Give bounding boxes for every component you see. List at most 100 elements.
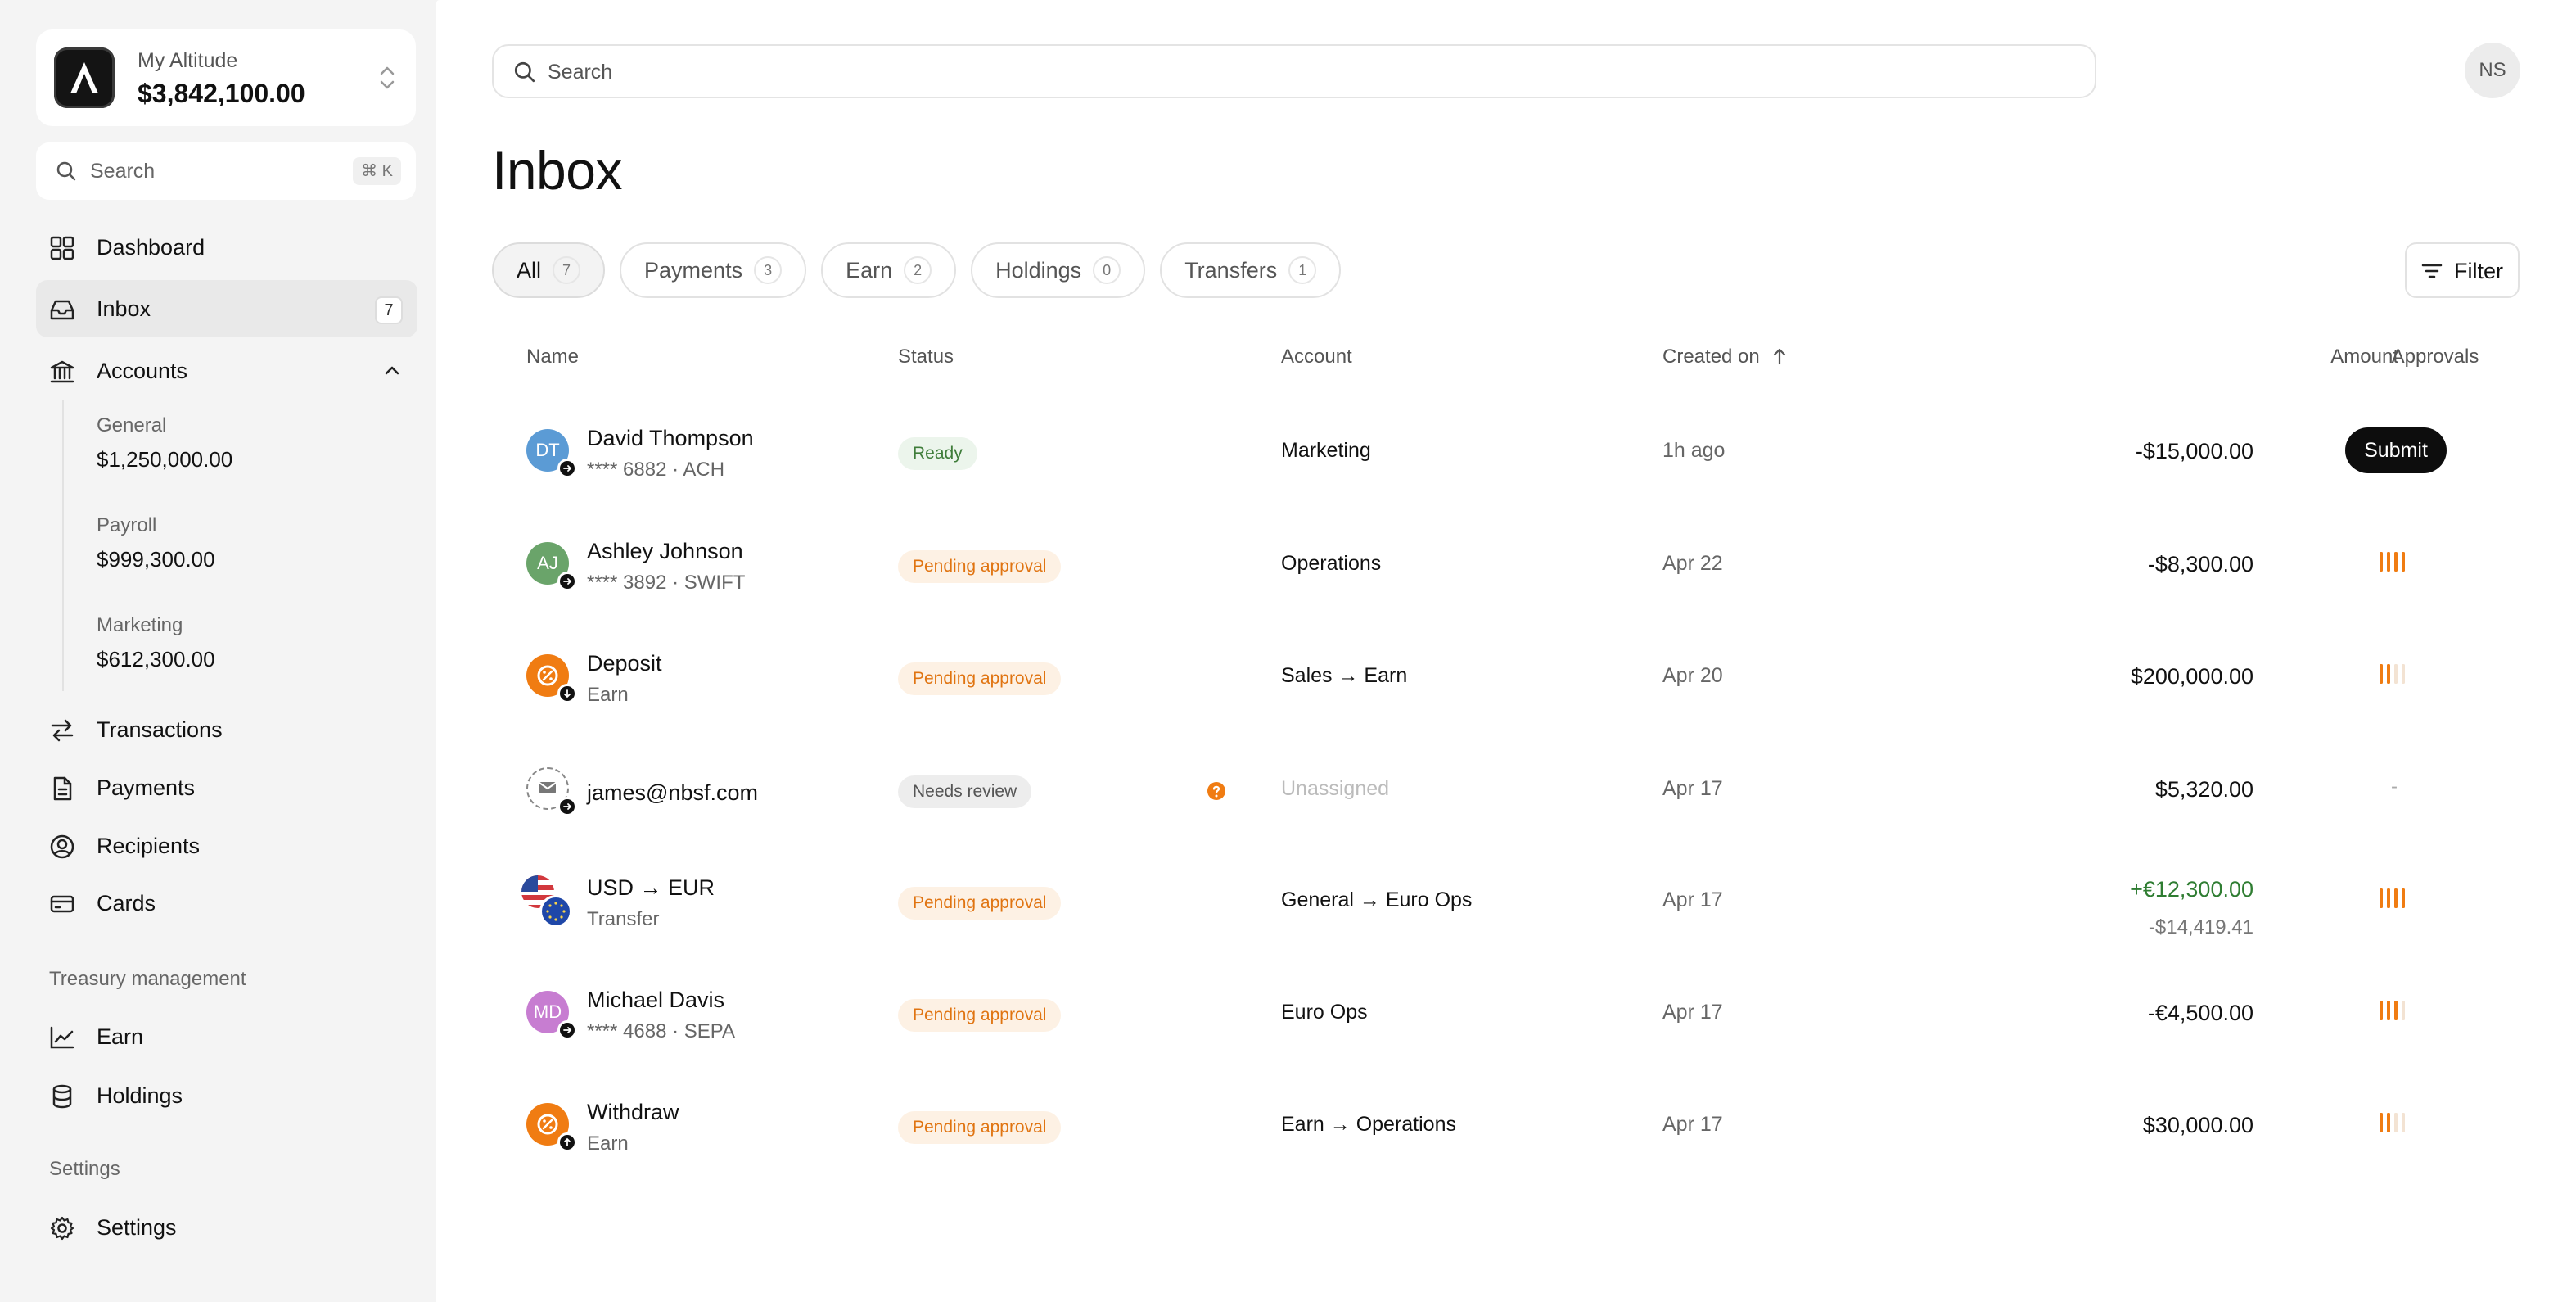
sidebar-item-earn[interactable]: Earn <box>36 1008 417 1065</box>
column-header-created-label: Created on <box>1662 346 1760 368</box>
row-subtitle: Transfer <box>587 908 660 930</box>
sidebar-item-dashboard[interactable]: Dashboard <box>36 219 417 276</box>
row-amount: $30,000.00 <box>2142 1113 2253 1137</box>
tab-label: All <box>517 257 542 283</box>
database-icon <box>49 1083 75 1110</box>
approval-tick-empty <box>2394 664 2398 684</box>
sidebar-item-holdings[interactable]: Holdings <box>36 1067 417 1124</box>
status-badge: Pending approval <box>898 662 1062 695</box>
sub-account-payroll[interactable]: Payroll $999,300.00 <box>97 514 215 572</box>
row-account: Marketing <box>1281 439 1371 462</box>
column-header-created[interactable]: Created on <box>1662 346 1788 372</box>
tab-count: 2 <box>904 256 932 284</box>
help-icon[interactable] <box>1206 780 1227 806</box>
sidebar-item-label: Payments <box>97 775 196 800</box>
row-amount: -$8,300.00 <box>2147 552 2253 576</box>
sidebar-item-recipients[interactable]: Recipients <box>36 817 417 875</box>
tab-payments[interactable]: Payments 3 <box>620 242 807 298</box>
sub-account-general[interactable]: General $1,250,000.00 <box>97 414 232 472</box>
arrow-up-icon <box>557 1132 577 1152</box>
filter-button-label: Filter <box>2454 259 2503 283</box>
sidebar-item-cards[interactable]: Cards <box>36 875 417 932</box>
sidebar-item-label: Holdings <box>97 1083 183 1108</box>
row-account: Euro Ops <box>1281 1001 1368 1024</box>
tab-earn[interactable]: Earn 2 <box>821 242 957 298</box>
sub-account-name: Payroll <box>97 514 157 536</box>
table-row[interactable]: MD Michael Davis **** 4688 · SEPA Pendin… <box>492 966 2522 1071</box>
submit-button[interactable]: Submit <box>2345 427 2447 473</box>
tab-label: Holdings <box>995 257 1082 283</box>
sub-account-name: Marketing <box>97 614 183 636</box>
tab-transfers[interactable]: Transfers 1 <box>1160 242 1342 298</box>
table-row[interactable]: Withdraw Earn Pending approval Earn → Op… <box>492 1078 2522 1183</box>
row-created: Apr 17 <box>1662 1001 1723 1024</box>
chevron-up-icon[interactable] <box>383 362 401 384</box>
tab-count: 7 <box>553 256 581 284</box>
arrows-swap-icon <box>49 717 75 744</box>
bank-icon <box>49 359 75 385</box>
sidebar-item-transactions[interactable]: Transactions <box>36 701 417 758</box>
table-row[interactable]: AJ Ashley Johnson **** 3892 · SWIFT Pend… <box>492 518 2522 622</box>
row-subtitle: Earn <box>587 1132 629 1155</box>
org-name: My Altitude <box>138 49 238 72</box>
row-name: james@nbsf.com <box>587 780 758 805</box>
row-amount: -$15,000.00 <box>2135 439 2253 463</box>
status-badge: Pending approval <box>898 887 1062 920</box>
approval-tick-filled <box>2387 552 2390 572</box>
sub-account-balance: $999,300.00 <box>97 547 215 572</box>
status-badge: Pending approval <box>898 1111 1062 1144</box>
main-panel: Search NS Inbox All 7 Payments 3 Earn 2 … <box>436 0 2576 1302</box>
table-row[interactable]: Deposit Earn Pending approval Sales → Ea… <box>492 630 2522 735</box>
column-header-approvals[interactable]: Approvals <box>2353 346 2517 368</box>
filter-button[interactable]: Filter <box>2405 242 2520 298</box>
approval-tick-filled <box>2380 664 2383 684</box>
row-account: Earn → Operations <box>1281 1113 1456 1136</box>
eu-flag-icon <box>539 895 572 928</box>
approval-tick-filled <box>2394 888 2398 908</box>
table-row[interactable]: james@nbsf.com Needs review Unassigned A… <box>492 743 2522 848</box>
section-label-settings: Settings <box>49 1158 120 1180</box>
tab-count: 1 <box>1288 256 1317 284</box>
row-subtitle: **** 3892 · SWIFT <box>587 572 746 594</box>
row-name: David Thompson <box>587 426 754 450</box>
row-amount: $200,000.00 <box>2130 664 2253 689</box>
approval-progress <box>2378 550 2411 577</box>
row-name: Deposit <box>587 651 662 676</box>
column-header-status[interactable]: Status <box>898 346 954 368</box>
sidebar-item-label: Accounts <box>97 359 188 383</box>
sidebar: My Altitude $3,842,100.00 Search ⌘ K Das… <box>0 0 436 1302</box>
sidebar-item-settings[interactable]: Settings <box>36 1199 417 1256</box>
sidebar-item-payments[interactable]: Payments <box>36 759 417 816</box>
status-badge: Pending approval <box>898 550 1062 583</box>
inbox-icon <box>49 296 75 323</box>
sidebar-search-placeholder: Search <box>90 160 156 183</box>
table-row[interactable]: USD → EUR Transfer Pending approval Gene… <box>492 854 2522 959</box>
global-search-input[interactable]: Search <box>492 44 2096 98</box>
sidebar-item-accounts[interactable]: Accounts <box>36 342 417 400</box>
user-avatar[interactable]: NS <box>2465 43 2520 98</box>
column-header-name[interactable]: Name <box>526 346 579 368</box>
tab-all[interactable]: All 7 <box>492 242 606 298</box>
approval-tick-empty <box>2394 1113 2398 1132</box>
sidebar-search[interactable]: Search ⌘ K <box>36 142 416 200</box>
altitude-logo <box>54 47 115 108</box>
row-account: Unassigned <box>1281 777 1390 800</box>
sidebar-item-inbox[interactable]: Inbox 7 <box>36 280 417 337</box>
column-header-account[interactable]: Account <box>1281 346 1352 368</box>
approval-tick-filled <box>2380 1001 2383 1020</box>
tab-label: Payments <box>644 257 743 283</box>
row-amount: -€4,500.00 <box>2147 1001 2253 1025</box>
table-row[interactable]: DT David Thompson **** 6882 · ACH Ready … <box>492 405 2522 509</box>
chevron-up-down-icon[interactable] <box>378 64 396 96</box>
arrow-right-icon <box>557 459 577 478</box>
sidebar-item-label: Recipients <box>97 834 201 858</box>
tab-holdings[interactable]: Holdings 0 <box>971 242 1146 298</box>
row-amount: $5,320.00 <box>2154 777 2253 802</box>
row-created: Apr 17 <box>1662 888 1723 911</box>
org-balance: $3,842,100.00 <box>138 79 305 108</box>
org-switcher[interactable]: My Altitude $3,842,100.00 <box>36 29 416 126</box>
approval-tick-filled <box>2380 1113 2383 1132</box>
global-search-placeholder: Search <box>548 61 613 84</box>
status-badge: Needs review <box>898 775 1032 808</box>
sub-account-marketing[interactable]: Marketing $612,300.00 <box>97 614 215 672</box>
